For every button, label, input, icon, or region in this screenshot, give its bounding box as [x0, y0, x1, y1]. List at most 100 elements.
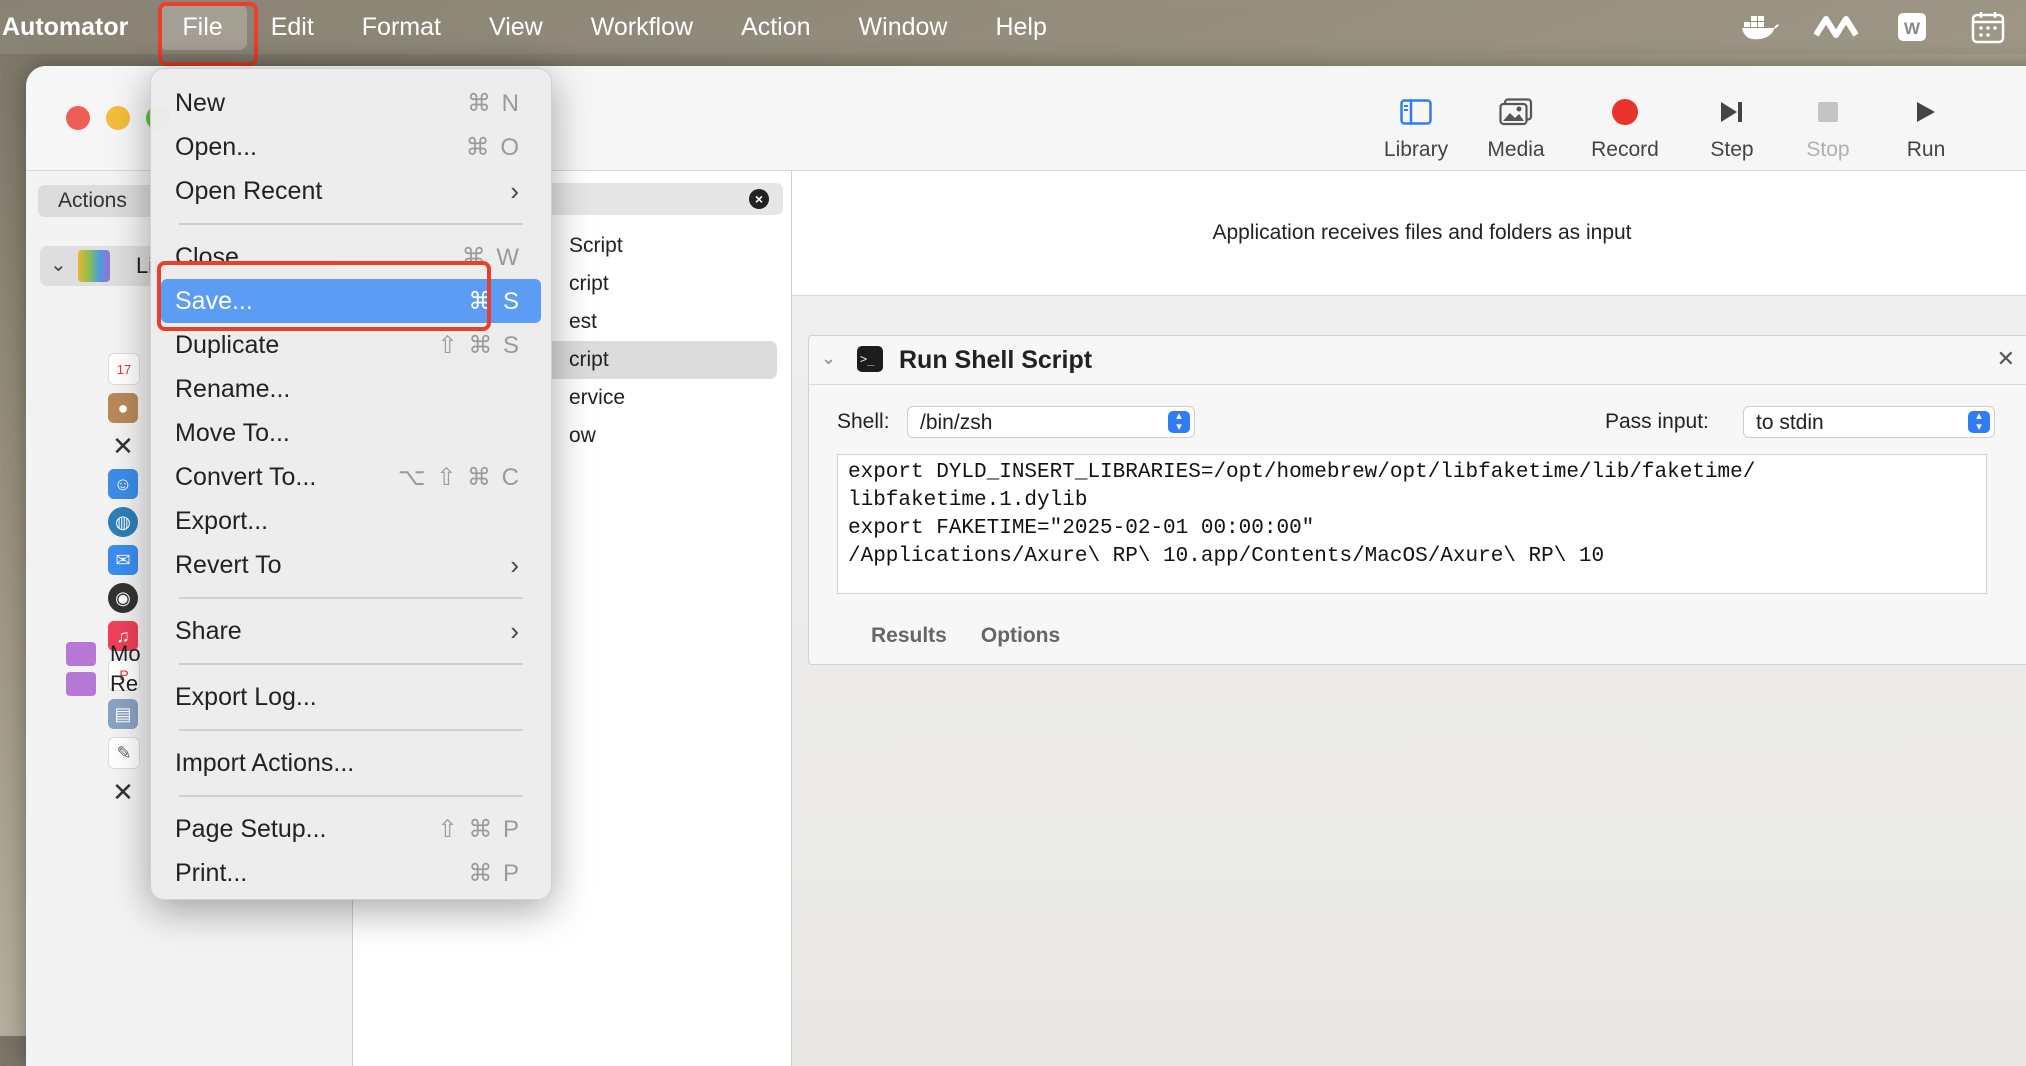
close-window-button[interactable] [66, 106, 90, 130]
finder-app-icon[interactable]: ☺ [108, 469, 138, 499]
pass-input-select[interactable]: to stdin ▴ ▾ [1743, 406, 1995, 438]
tab-results[interactable]: Results [871, 624, 947, 648]
menu-item-revert-to[interactable]: Revert To › [161, 543, 541, 587]
preview-app-icon[interactable]: ▤ [108, 699, 138, 729]
menu-item-label: Convert To... [175, 462, 317, 491]
menu-item-label: Export Log... [175, 682, 317, 711]
terminal-icon: >_ [857, 346, 883, 372]
menu-item-move-to[interactable]: Move To... [161, 411, 541, 455]
menu-item-shortcut: ⌘ P [468, 859, 521, 887]
menu-item-export[interactable]: Export... [161, 499, 541, 543]
toolbar: Library Media Record Step Stop Run [1366, 66, 2026, 170]
stop-button[interactable]: Stop [1780, 66, 1876, 170]
record-button[interactable]: Record [1566, 66, 1684, 170]
shell-select[interactable]: /bin/zsh ▴ ▾ [907, 406, 1195, 438]
action-header: ⌄ >_ Run Shell Script ✕ [809, 336, 2026, 385]
stop-label: Stop [1806, 138, 1850, 161]
actions-segment[interactable]: Actions [38, 185, 158, 217]
minimize-window-button[interactable] [106, 106, 130, 130]
menu-item-export-log[interactable]: Export Log... [161, 675, 541, 719]
library-button[interactable]: Library [1366, 66, 1466, 170]
calendar-app-icon[interactable]: 17 [108, 353, 140, 385]
sidebar-icon [1400, 90, 1432, 134]
action-title: Run Shell Script [899, 346, 1093, 374]
smart-folder-icon [66, 642, 96, 666]
menu-item-convert-to[interactable]: Convert To... ⌥ ⇧ ⌘ C [161, 455, 541, 499]
menu-item-label: Open... [175, 132, 257, 161]
menu-item-label: Open Recent [175, 176, 323, 205]
menu-edit[interactable]: Edit [247, 0, 338, 54]
menu-item-open-recent[interactable]: Open Recent › [161, 169, 541, 213]
collapse-chevron-icon[interactable]: ⌄ [821, 348, 836, 369]
step-label: Step [1710, 138, 1754, 161]
menu-window[interactable]: Window [835, 0, 972, 54]
menu-item-label: Export... [175, 506, 269, 535]
menu-item-close[interactable]: Close ⌘ W [161, 235, 541, 279]
menu-item-label: Duplicate [175, 330, 280, 359]
remove-action-icon[interactable]: ✕ [1997, 346, 2015, 372]
text-edit-icon[interactable]: ✎ [108, 737, 140, 769]
other-tools-icon[interactable]: ✕ [108, 777, 138, 807]
folder-label: Mo [110, 641, 141, 666]
creative-cloud-icon[interactable] [1814, 7, 1858, 47]
app-menu[interactable]: Automator [2, 13, 128, 42]
menu-view[interactable]: View [465, 0, 567, 54]
clear-search-icon[interactable]: × [749, 189, 769, 209]
updown-chevron-icon: ▴ ▾ [1168, 411, 1190, 433]
docker-icon[interactable] [1738, 7, 1782, 47]
chevron-right-icon: › [510, 549, 519, 580]
script-editor[interactable]: export DYLD_INSERT_LIBRARIES=/opt/homebr… [837, 454, 1987, 594]
disclosure-chevron-icon[interactable]: ⌄ [50, 252, 67, 277]
internet-globe-icon[interactable]: ◍ [108, 507, 138, 537]
menu-item-new[interactable]: New ⌘ N [161, 81, 541, 125]
step-button[interactable]: Step [1684, 66, 1780, 170]
menu-workflow[interactable]: Workflow [567, 0, 717, 54]
menu-separator [179, 597, 523, 599]
folder-recently-added[interactable]: Re [66, 671, 138, 697]
menu-item-label: Move To... [175, 418, 290, 447]
record-icon [1611, 90, 1639, 134]
menu-item-label: Revert To [175, 550, 282, 579]
media-button[interactable]: Media [1466, 66, 1566, 170]
menu-action[interactable]: Action [717, 0, 834, 54]
menu-item-label: Page Setup... [175, 814, 327, 843]
menu-item-shortcut: ⌥ ⇧ ⌘ C [397, 463, 521, 491]
menu-item-duplicate[interactable]: Duplicate ⇧ ⌘ S [161, 323, 541, 367]
menu-item-print[interactable]: Print... ⌘ P [161, 851, 541, 895]
svg-text:W: W [1904, 19, 1921, 38]
menu-item-label: Close [175, 242, 239, 271]
menu-item-shortcut: ⌘ S [468, 287, 521, 315]
pass-input-value: to stdin [1756, 411, 1824, 434]
menu-separator [179, 223, 523, 225]
run-button[interactable]: Run [1876, 66, 1976, 170]
step-icon [1719, 90, 1745, 134]
calendar-icon[interactable] [1966, 7, 2010, 47]
menu-item-label: Share [175, 616, 242, 645]
run-shell-script-action: ⌄ >_ Run Shell Script ✕ Shell: /bin/zsh … [808, 335, 2026, 665]
menu-format[interactable]: Format [338, 0, 465, 54]
menu-item-import-actions[interactable]: Import Actions... [161, 741, 541, 785]
stop-icon [1817, 90, 1839, 134]
smart-folder-icon [66, 672, 96, 696]
menu-item-open[interactable]: Open... ⌘ O [161, 125, 541, 169]
menu-help[interactable]: Help [971, 0, 1070, 54]
photo-capture-icon[interactable]: ◉ [108, 583, 138, 613]
shell-value: /bin/zsh [920, 411, 993, 434]
menu-item-save[interactable]: Save... ⌘ S [161, 279, 541, 323]
chevron-right-icon: › [510, 615, 519, 646]
record-label: Record [1591, 138, 1659, 161]
menu-item-shortcut: ⇧ ⌘ S [437, 331, 521, 359]
utilities-tools-icon[interactable]: ✕ [108, 431, 138, 461]
menu-item-page-setup[interactable]: Page Setup... ⇧ ⌘ P [161, 807, 541, 851]
contacts-app-icon[interactable]: ● [108, 393, 138, 423]
menu-item-share[interactable]: Share › [161, 609, 541, 653]
tab-options[interactable]: Options [981, 624, 1060, 648]
wps-icon[interactable]: W [1890, 7, 1934, 47]
workflow-input-description: Application receives files and folders a… [792, 171, 2026, 296]
folder-most-used[interactable]: Mo [66, 641, 141, 667]
menu-file[interactable]: File [158, 4, 247, 50]
mail-app-icon[interactable]: ✉ [108, 545, 138, 575]
menu-separator [179, 729, 523, 731]
menu-item-rename[interactable]: Rename... [161, 367, 541, 411]
shell-label: Shell: [837, 410, 890, 433]
